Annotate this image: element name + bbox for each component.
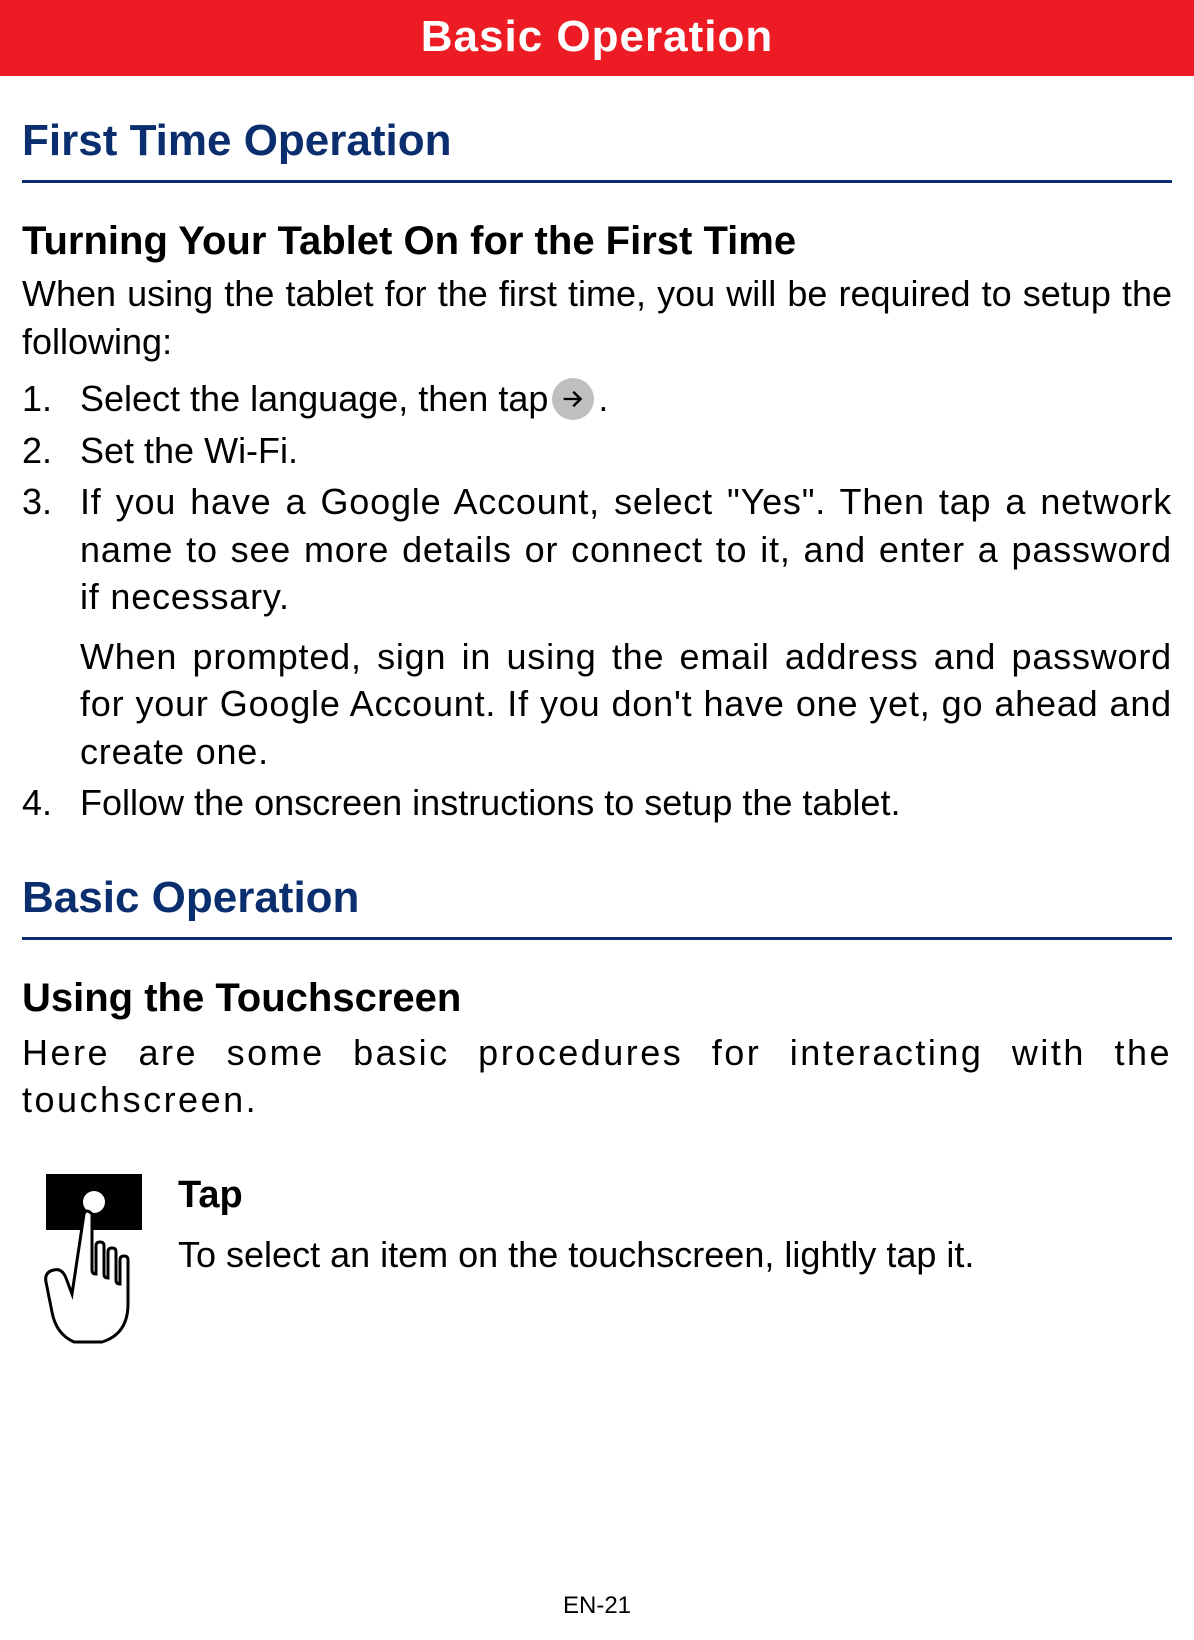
tap-gesture-text: Tap To select an item on the touchscreen… [178,1174,1172,1279]
list-text: Follow the onscreen instructions to setu… [80,779,1172,827]
tap-body: To select an item on the touchscreen, li… [178,1231,1172,1279]
subheading-turning-on: Turning Your Tablet On for the First Tim… [22,219,1172,264]
subheading-touchscreen: Using the Touchscreen [22,976,1172,1021]
arrow-right-icon [552,378,594,420]
intro-text: When using the tablet for the first time… [22,270,1172,365]
list-text: Select the language, then tap . [80,375,1172,423]
list-number: 1. [22,375,80,423]
tap-gesture-row: Tap To select an item on the touchscreen… [22,1174,1172,1359]
list-number: 4. [22,779,80,827]
tap-title: Tap [178,1174,1172,1217]
list-item: 1. Select the language, then tap . [22,375,1172,423]
list-item: 3. If you have a Google Account, select … [22,478,1172,775]
page-number: EN-21 [0,1592,1194,1620]
setup-steps-list: 1. Select the language, then tap . 2. Se… [22,375,1172,827]
step3-para-a: If you have a Google Account, select "Ye… [80,481,1172,617]
divider [22,180,1172,183]
step1-text-a: Select the language, then tap [80,375,548,423]
section-title-first-time: First Time Operation [22,116,1172,166]
step3-para-b: When prompted, sign in using the email a… [80,633,1172,776]
page-content: First Time Operation Turning Your Tablet… [0,116,1194,1359]
list-number: 3. [22,478,80,775]
list-item: 4. Follow the onscreen instructions to s… [22,779,1172,827]
section-title-basic-operation: Basic Operation [22,873,1172,923]
list-text: Set the Wi-Fi. [80,427,1172,475]
step1-text-b: . [598,375,608,423]
tap-gesture-icon [22,1174,142,1359]
page-banner: Basic Operation [0,0,1194,76]
touchscreen-intro: Here are some basic procedures for inter… [22,1029,1172,1124]
list-item: 2. Set the Wi-Fi. [22,427,1172,475]
list-number: 2. [22,427,80,475]
list-text: If you have a Google Account, select "Ye… [80,478,1172,775]
divider [22,937,1172,940]
